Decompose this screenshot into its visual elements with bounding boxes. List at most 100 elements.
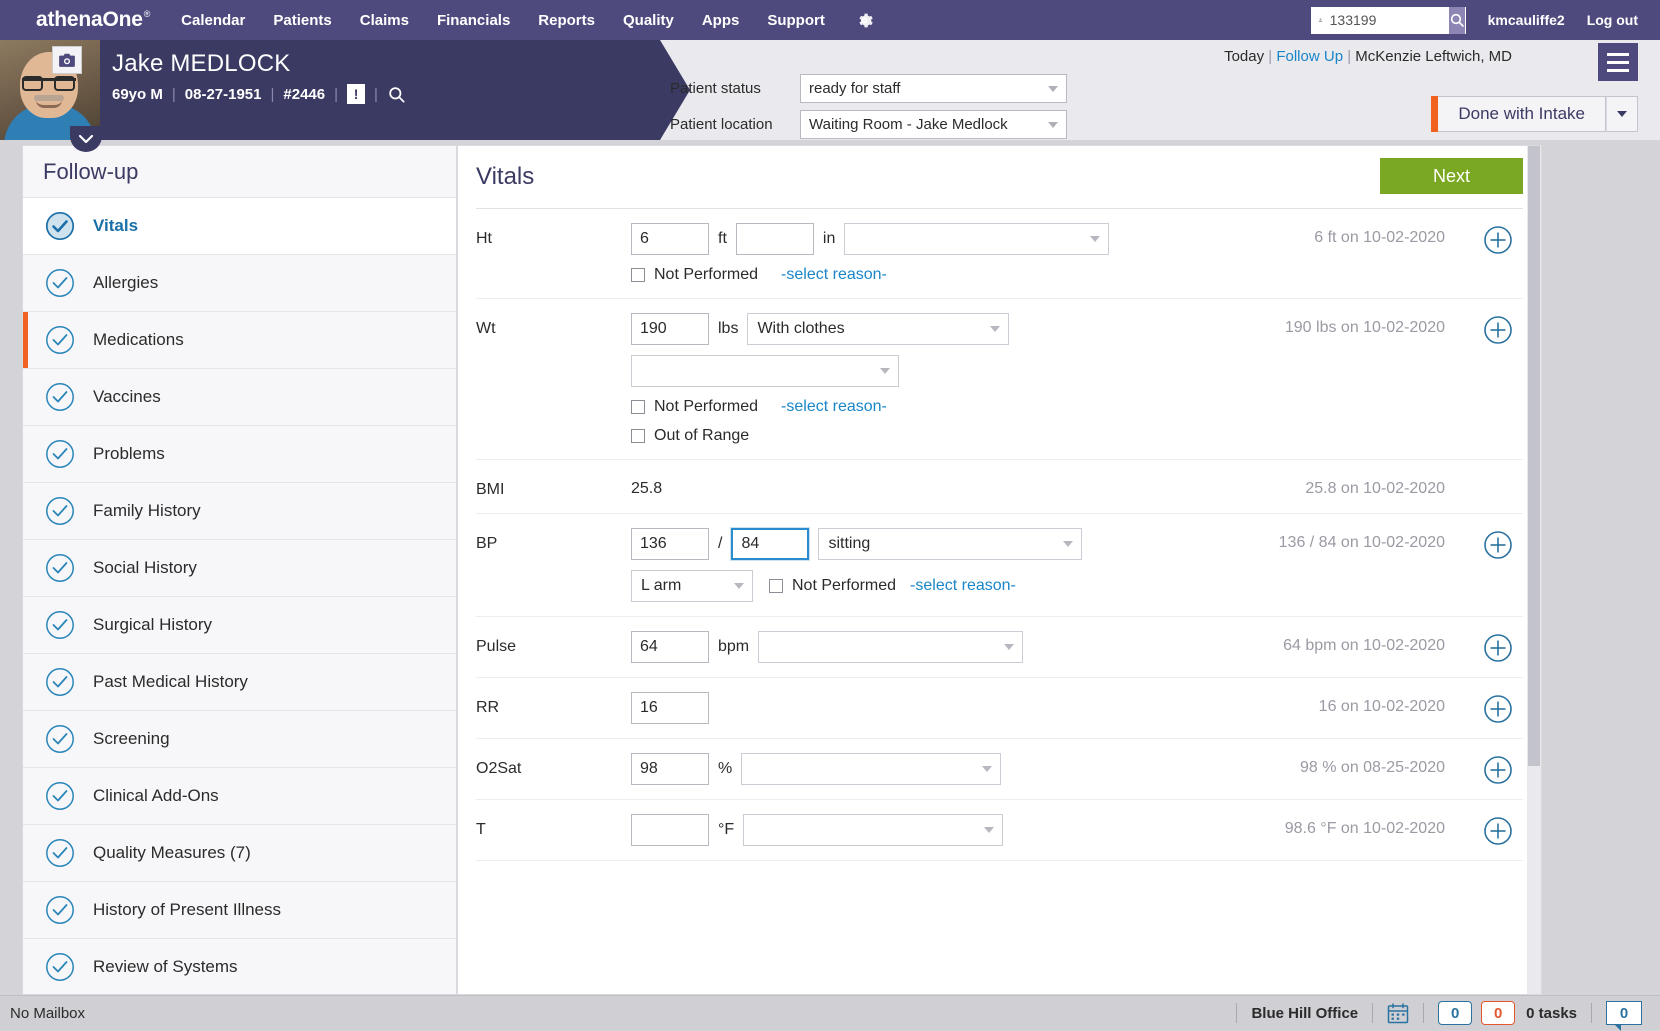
sidebar-item-clinical-add-ons[interactable]: Clinical Add-Ons: [23, 768, 456, 825]
sidebar-item-history-of-present-illness[interactable]: History of Present Illness: [23, 882, 456, 939]
add-weight-icon[interactable]: [1483, 315, 1513, 345]
add-rr-icon[interactable]: [1483, 694, 1513, 724]
patient-status-select[interactable]: ready for staff: [800, 74, 1067, 103]
next-button[interactable]: Next: [1380, 158, 1523, 194]
weight-not-performed-checkbox[interactable]: [631, 400, 645, 414]
calendar-icon[interactable]: [1387, 1003, 1409, 1024]
patient-location-value: Waiting Room - Jake Medlock: [809, 116, 1008, 133]
bp-diastolic-input[interactable]: [731, 528, 809, 560]
chevron-down-icon: [78, 134, 94, 145]
sidebar-item-review-of-systems[interactable]: Review of Systems: [23, 939, 456, 995]
rr-input[interactable]: [631, 692, 709, 724]
o2sat-unit: %: [718, 760, 732, 778]
primary-nav-links: Calendar Patients Claims Financials Repo…: [181, 12, 825, 29]
sidebar-item-social-history[interactable]: Social History: [23, 540, 456, 597]
sidebar-item-vaccines[interactable]: Vaccines: [23, 369, 456, 426]
done-with-intake-dropdown[interactable]: [1606, 96, 1638, 132]
height-feet-input[interactable]: [631, 223, 709, 255]
sidebar-item-quality-measures[interactable]: Quality Measures (7): [23, 825, 456, 882]
page-title: Vitals: [476, 163, 534, 191]
bp-position-select[interactable]: sitting: [818, 528, 1082, 560]
global-search-box[interactable]: [1311, 7, 1466, 34]
bmi-label: BMI: [476, 474, 631, 499]
weight-out-of-range-checkbox[interactable]: [631, 429, 645, 443]
height-method-select[interactable]: [844, 223, 1109, 255]
sidebar-item-allergies[interactable]: Allergies: [23, 255, 456, 312]
add-o2sat-icon[interactable]: [1483, 755, 1513, 785]
weight-select-reason-link[interactable]: -select reason-: [781, 398, 887, 416]
patient-photo[interactable]: [0, 40, 100, 140]
weight-secondary-select[interactable]: [631, 355, 899, 387]
sidebar-item-screening[interactable]: Screening: [23, 711, 456, 768]
add-bp-icon[interactable]: [1483, 530, 1513, 560]
messages-badge[interactable]: 0: [1606, 1001, 1642, 1025]
nav-link-patients[interactable]: Patients: [273, 12, 331, 29]
chevron-down-icon: [1048, 122, 1058, 128]
settings-button[interactable]: [855, 11, 874, 30]
sidebar-item-vitals[interactable]: Vitals: [23, 198, 456, 255]
nav-link-apps[interactable]: Apps: [702, 12, 740, 29]
menu-button[interactable]: [1598, 43, 1638, 81]
o2sat-input[interactable]: [631, 753, 709, 785]
temp-input[interactable]: [631, 814, 709, 846]
sidebar-title: Follow-up: [23, 146, 456, 198]
office-name: Blue Hill Office: [1251, 1005, 1358, 1022]
sidebar-item-label: Allergies: [93, 273, 158, 293]
bp-site-select[interactable]: L arm: [631, 570, 753, 602]
not-performed-label: Not Performed: [792, 577, 896, 595]
vitals-scrollbar[interactable]: [1527, 146, 1541, 995]
height-inches-input[interactable]: [736, 223, 814, 255]
temp-method-select[interactable]: [743, 814, 1003, 846]
nav-link-financials[interactable]: Financials: [437, 12, 510, 29]
sidebar-item-label: Past Medical History: [93, 672, 248, 692]
photo-upload-button[interactable]: [52, 46, 82, 74]
current-user-link[interactable]: kmcauliffe2: [1488, 12, 1565, 28]
weight-input[interactable]: [631, 313, 709, 345]
bp-not-performed-checkbox[interactable]: [769, 579, 783, 593]
registered-mark: ®: [144, 9, 150, 19]
chevron-down-icon: [880, 368, 890, 374]
height-not-performed-row: Not Performed -select reason-: [631, 266, 1523, 284]
patient-location-select[interactable]: Waiting Room - Jake Medlock: [800, 110, 1067, 139]
global-search-button[interactable]: [1449, 7, 1465, 34]
pulse-input[interactable]: [631, 631, 709, 663]
pulse-method-select[interactable]: [758, 631, 1023, 663]
check-circle-icon: [45, 553, 75, 583]
check-circle-icon: [45, 610, 75, 640]
done-with-intake-button[interactable]: Done with Intake: [1438, 96, 1606, 132]
mailbox-status: No Mailbox: [10, 1005, 85, 1022]
o2sat-method-select[interactable]: [741, 753, 1001, 785]
add-temp-icon[interactable]: [1483, 816, 1513, 846]
height-select-reason-link[interactable]: -select reason-: [781, 266, 887, 284]
vitals-scrollbar-thumb[interactable]: [1528, 146, 1540, 766]
height-not-performed-checkbox[interactable]: [631, 268, 645, 282]
nav-link-claims[interactable]: Claims: [360, 12, 409, 29]
weight-clothing-select[interactable]: With clothes: [747, 313, 1009, 345]
bp-select-reason-link[interactable]: -select reason-: [910, 577, 1016, 595]
app-logo-text: athenaOne: [36, 8, 143, 31]
vitals-row-weight: Wt lbs With clothes: [476, 299, 1523, 460]
nav-link-support[interactable]: Support: [767, 12, 825, 29]
encounter-type-link[interactable]: Follow Up: [1276, 48, 1343, 65]
nav-link-quality[interactable]: Quality: [623, 12, 674, 29]
count-badge-blue[interactable]: 0: [1438, 1001, 1472, 1025]
vitals-row-o2sat: O2Sat % 98 % on 08-25-2020: [476, 739, 1523, 800]
pulse-unit: bpm: [718, 638, 749, 656]
add-pulse-icon[interactable]: [1483, 633, 1513, 663]
not-performed-label: Not Performed: [654, 266, 758, 284]
sidebar-item-surgical-history[interactable]: Surgical History: [23, 597, 456, 654]
nav-link-reports[interactable]: Reports: [538, 12, 595, 29]
logout-link[interactable]: Log out: [1587, 12, 1638, 28]
bp-systolic-input[interactable]: [631, 528, 709, 560]
global-search-input[interactable]: [1330, 12, 1442, 28]
count-badge-orange[interactable]: 0: [1481, 1001, 1515, 1025]
alert-icon[interactable]: !: [347, 84, 365, 104]
sidebar-item-past-medical-history[interactable]: Past Medical History: [23, 654, 456, 711]
nav-link-calendar[interactable]: Calendar: [181, 12, 245, 29]
add-height-icon[interactable]: [1483, 225, 1513, 255]
patient-search-icon[interactable]: [387, 85, 406, 104]
app-logo[interactable]: athenaOne®: [36, 8, 149, 32]
sidebar-item-medications[interactable]: Medications: [23, 312, 456, 369]
sidebar-item-problems[interactable]: Problems: [23, 426, 456, 483]
sidebar-item-family-history[interactable]: Family History: [23, 483, 456, 540]
